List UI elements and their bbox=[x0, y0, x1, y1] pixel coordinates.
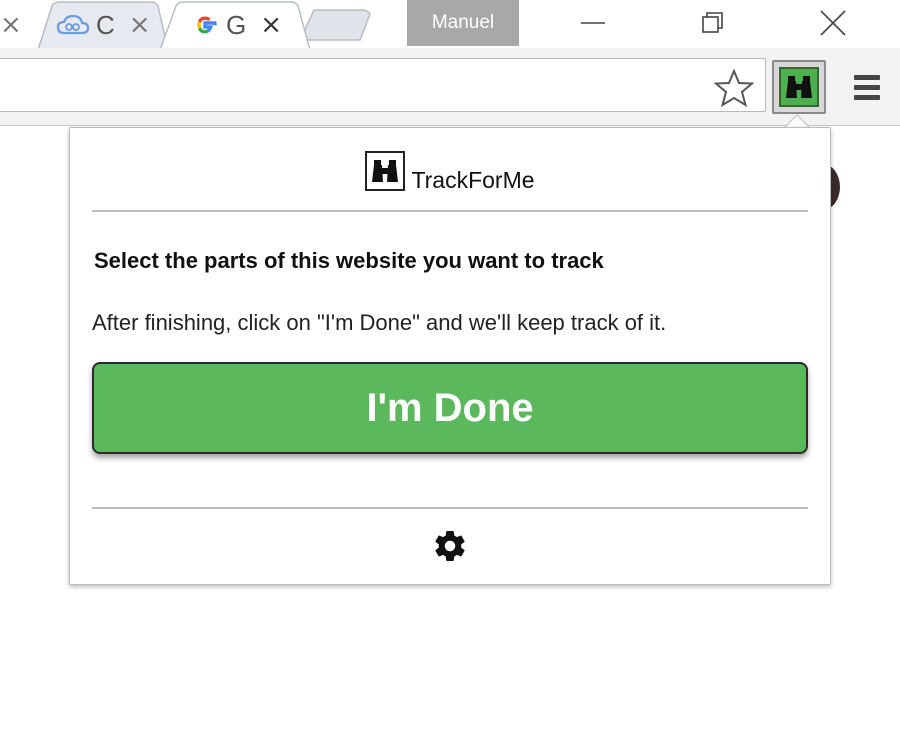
extension-popup: TrackForMe Select the parts of this webs… bbox=[69, 127, 831, 585]
profile-button[interactable]: Manuel bbox=[407, 0, 519, 46]
tab-close-button[interactable]: × bbox=[129, 10, 151, 40]
gear-icon bbox=[435, 531, 465, 561]
binoculars-icon bbox=[779, 67, 819, 107]
restore-button[interactable] bbox=[678, 0, 748, 46]
browser-menu-button[interactable] bbox=[846, 66, 888, 108]
binoculars-icon bbox=[365, 151, 406, 191]
instruction-heading: Select the parts of this website you wan… bbox=[94, 248, 604, 273]
browser-titlebar: × C × G × Manuel bbox=[0, 0, 900, 50]
minimize-button[interactable] bbox=[558, 0, 628, 46]
popup-title: TrackForMe bbox=[411, 166, 535, 193]
hamburger-menu-icon-bar bbox=[854, 84, 880, 90]
tab-close-button[interactable]: × bbox=[260, 10, 282, 40]
settings-button[interactable] bbox=[430, 526, 470, 566]
browser-toolbar bbox=[0, 48, 900, 126]
hamburger-menu-icon bbox=[854, 74, 880, 80]
minimize-icon bbox=[581, 22, 605, 24]
tab-close-button[interactable]: × bbox=[0, 10, 22, 40]
bookmark-star-button[interactable] bbox=[712, 66, 756, 110]
popup-header: TrackForMe bbox=[70, 148, 830, 198]
tab-1[interactable]: × bbox=[0, 0, 22, 50]
trackforme-extension-button[interactable] bbox=[772, 60, 826, 114]
close-window-button[interactable] bbox=[798, 0, 868, 46]
cloud-icon bbox=[56, 13, 90, 37]
close-icon bbox=[820, 10, 846, 36]
hamburger-menu-icon-bar bbox=[854, 94, 880, 100]
restore-icon bbox=[702, 12, 723, 33]
tab-2[interactable]: C × bbox=[56, 0, 151, 50]
instruction-text: After finishing, click on "I'm Done" and… bbox=[92, 310, 667, 335]
address-bar[interactable] bbox=[0, 58, 766, 112]
footer-divider bbox=[92, 507, 808, 509]
google-g-icon bbox=[192, 12, 218, 38]
tab-title: C bbox=[96, 9, 115, 40]
tab-3-active[interactable]: G × bbox=[192, 0, 282, 50]
header-divider bbox=[92, 210, 808, 212]
star-icon bbox=[714, 68, 754, 108]
tab-title: G bbox=[226, 9, 247, 40]
im-done-button[interactable]: I'm Done bbox=[92, 362, 808, 454]
